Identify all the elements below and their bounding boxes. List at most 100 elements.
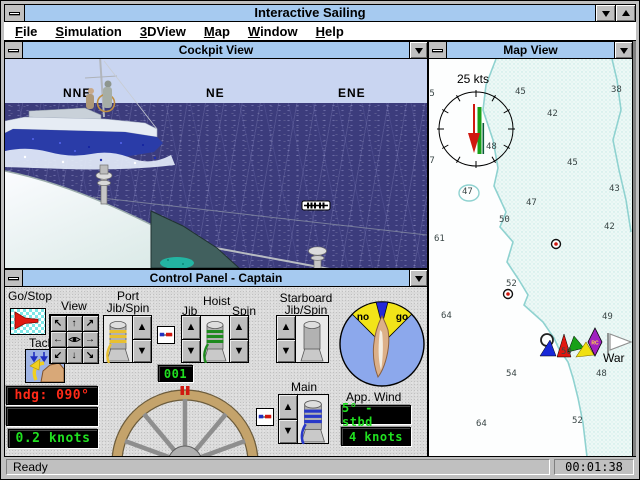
depth-sounding: 47 xyxy=(526,198,537,208)
main-trim-arrows: ▲ ▼ xyxy=(279,395,298,443)
window-title: Interactive Sailing xyxy=(254,5,366,20)
view-up-right-button[interactable]: ↗ xyxy=(81,314,99,332)
eye-icon xyxy=(67,336,81,342)
depth-sounding: 52 xyxy=(572,416,583,426)
port-trim-arrows: ▲ ▼ xyxy=(132,316,151,362)
system-menu-dash-icon xyxy=(9,11,20,15)
depth-sounding: 64 xyxy=(441,311,452,321)
elapsed-time: 00:01:38 xyxy=(554,458,634,475)
menu-item-file[interactable]: File xyxy=(6,24,46,39)
aux-display xyxy=(6,407,98,426)
main-trim-in-button[interactable]: ▲ xyxy=(279,395,297,420)
workspace: Cockpit View NNE NE ENE Control Panel - … xyxy=(4,41,636,456)
depth-sounding: 42 xyxy=(547,109,558,119)
view-left-button[interactable]: ← xyxy=(49,330,67,348)
cockpit-3d-scene[interactable]: NNE NE ENE xyxy=(5,59,427,268)
minimize-icon xyxy=(414,275,423,286)
main-trim-out-button[interactable]: ▼ xyxy=(279,419,297,443)
menu-bar: File Simulation 3DView Map Window Help xyxy=(4,22,636,41)
port-trim-in-button[interactable]: ▲ xyxy=(133,316,151,340)
depth-sounding: 48 xyxy=(486,142,497,152)
main-sheet-group: ▲ ▼ xyxy=(278,394,329,444)
go-stop-label: Go/Stop xyxy=(8,289,53,303)
depth-layer: 55 45 38 42 48 45 67 47 43 47 50 42 61 52 64 49 50 54 48 64… xyxy=(429,59,632,456)
view-down-right-button[interactable]: ↘ xyxy=(81,346,99,364)
port-winch-handle-button[interactable] xyxy=(157,326,175,344)
maximize-icon xyxy=(621,6,630,16)
cockpit-system-menu-button[interactable] xyxy=(5,42,23,58)
depth-sounding: 45 xyxy=(515,87,526,97)
control-title: Control Panel - Captain xyxy=(149,271,283,285)
view-label: View xyxy=(61,299,87,313)
starboard-winch-icon xyxy=(296,317,328,363)
jib-hoist-down-button[interactable]: ▼ xyxy=(182,339,200,362)
cockpit-scene-art xyxy=(5,59,427,268)
heading-display: hdg: 090° xyxy=(6,386,98,405)
boat-speed-display: 0.2 knots xyxy=(8,429,98,448)
system-menu-dash-icon xyxy=(8,276,19,280)
cockpit-title: Cockpit View xyxy=(178,43,254,57)
map-title: Map View xyxy=(503,43,558,57)
nautical-chart[interactable]: RC 25 kts War 5 45 38 42 48 45 7 47 43 4… xyxy=(429,59,632,456)
main-titlebar: Interactive Sailing xyxy=(4,4,636,22)
map-minimize-button[interactable] xyxy=(614,42,632,58)
view-center-button[interactable] xyxy=(65,330,83,348)
ships-wheel[interactable] xyxy=(106,377,264,456)
wheel-center-marker xyxy=(180,386,184,395)
menu-item-help[interactable]: Help xyxy=(307,24,353,39)
main-winch-icon xyxy=(298,396,328,444)
starboard-trim-in-button[interactable]: ▲ xyxy=(277,316,295,340)
minimize-button[interactable] xyxy=(595,5,615,21)
depth-sounding: 48 xyxy=(596,369,607,379)
status-bar: Ready 00:01:38 xyxy=(4,456,636,476)
view-up-button[interactable]: ↑ xyxy=(65,314,83,332)
go-zone-label: go xyxy=(396,312,408,323)
port-label-line2: Jib/Spin xyxy=(106,301,150,315)
depth-sounding: 49 xyxy=(602,312,613,322)
menu-item-simulation[interactable]: Simulation xyxy=(46,24,130,39)
view-up-left-button[interactable]: ↖ xyxy=(49,314,67,332)
main-winch-handle-button[interactable] xyxy=(256,408,274,426)
depth-sounding: 50 xyxy=(561,347,572,357)
winch-handle-icon xyxy=(258,414,272,419)
cockpit-view-window: Cockpit View NNE NE ENE xyxy=(4,41,428,269)
wind-speed-display: 4 knots xyxy=(341,427,411,446)
map-system-menu-button[interactable] xyxy=(429,42,447,58)
menu-item-window[interactable]: Window xyxy=(239,24,307,39)
system-menu-button[interactable] xyxy=(5,5,25,21)
starboard-trim-arrows: ▲ ▼ xyxy=(277,316,296,362)
depth-sounding: 52 xyxy=(506,279,517,289)
menu-item-map[interactable]: Map xyxy=(195,24,239,39)
starboard-winch-group: ▲ ▼ xyxy=(276,315,329,363)
spin-hoist-up-button[interactable]: ▲ xyxy=(230,316,248,340)
starboard-trim-out-button[interactable]: ▼ xyxy=(277,339,295,362)
depth-sounding: 47 xyxy=(462,187,473,197)
spin-hoist-down-button[interactable]: ▼ xyxy=(230,339,248,362)
system-menu-dash-icon xyxy=(8,48,19,52)
other-sailboat xyxy=(5,59,163,161)
control-system-menu-button[interactable] xyxy=(5,270,23,286)
main-window: Interactive Sailing File Simulation 3DView… xyxy=(0,0,640,480)
minimize-icon xyxy=(619,47,628,58)
view-right-button[interactable]: → xyxy=(81,330,99,348)
depth-sounding: 38 xyxy=(611,85,622,95)
minimize-icon xyxy=(601,10,610,21)
depth-sounding: 43 xyxy=(609,184,620,194)
view-down-button[interactable]: ↓ xyxy=(65,346,83,364)
halyard-winch-icon xyxy=(201,317,229,363)
map-view-window: Map View RC 25 kts War 5 45 38 42 48 45 … xyxy=(428,41,633,456)
depth-sounding: 64 xyxy=(476,419,487,429)
depth-sounding: 42 xyxy=(604,222,615,232)
hoist-label: Hoist xyxy=(203,294,231,308)
maximize-button[interactable] xyxy=(615,5,635,21)
depth-sounding: 67 xyxy=(429,156,435,166)
depth-sounding: 45 xyxy=(567,158,578,168)
menu-item-3dview[interactable]: 3DView xyxy=(131,24,195,39)
view-down-left-button[interactable]: ↙ xyxy=(49,346,67,364)
control-minimize-button[interactable] xyxy=(409,270,427,286)
port-trim-out-button[interactable]: ▼ xyxy=(133,339,151,362)
cockpit-minimize-button[interactable] xyxy=(409,42,427,58)
jib-hoist-up-button[interactable]: ▲ xyxy=(182,316,200,340)
view-direction-grid: ↖ ↑ ↗ ← → ↙ ↓ ↘ xyxy=(49,314,99,364)
go-stop-button[interactable] xyxy=(10,308,46,335)
